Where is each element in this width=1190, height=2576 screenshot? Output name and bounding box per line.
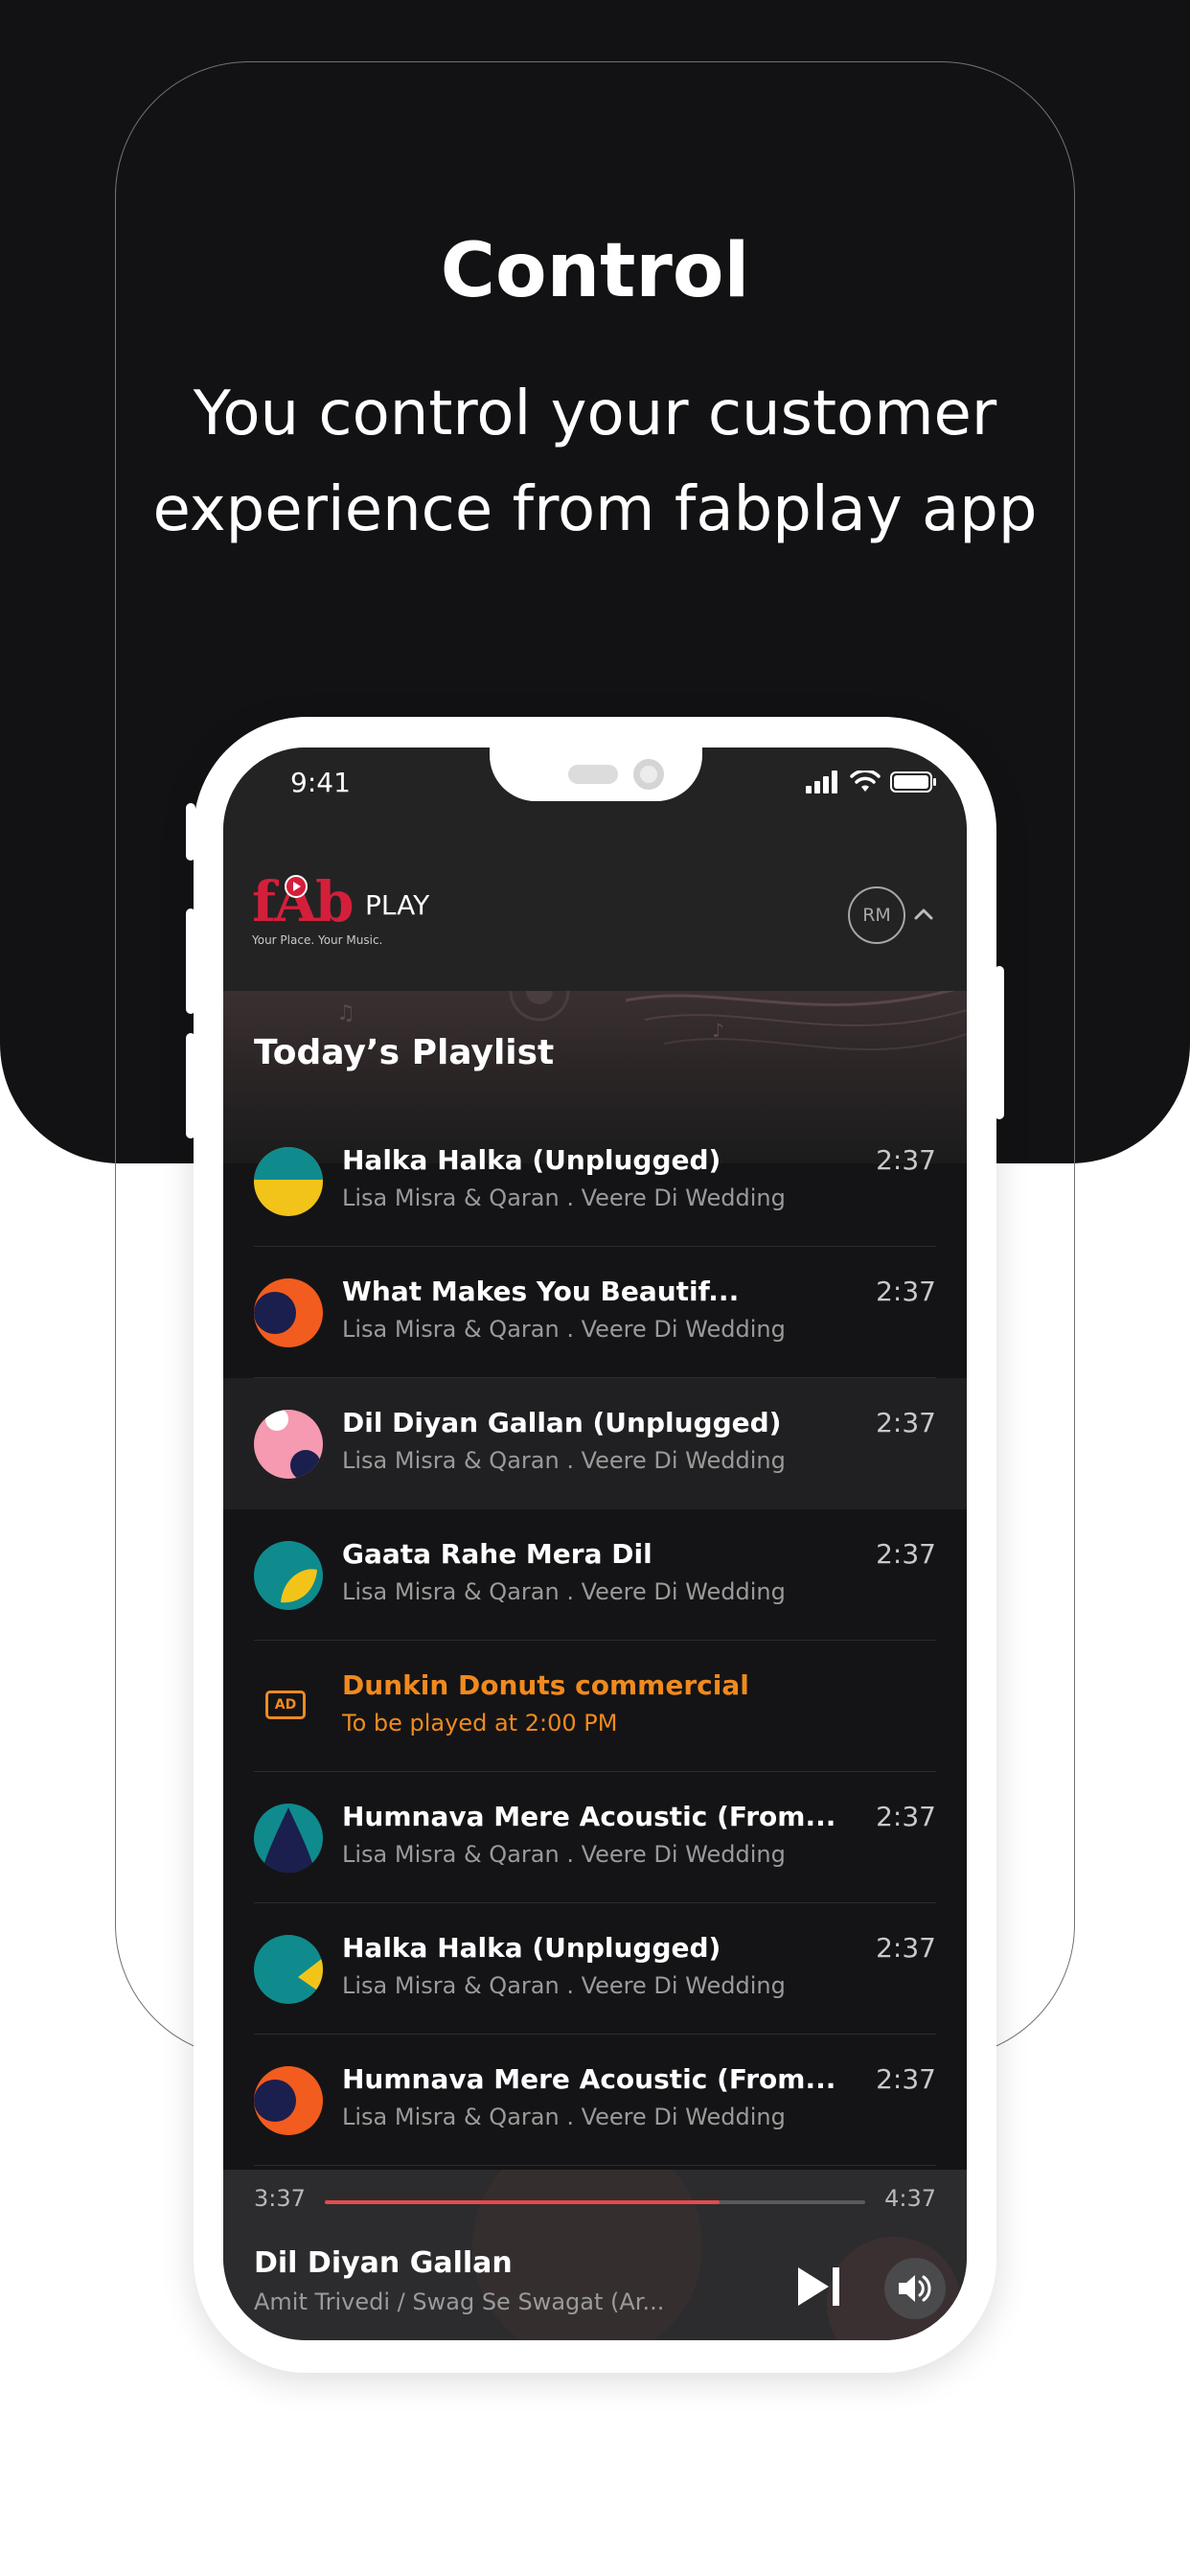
playlist-title: Today’s Playlist <box>254 1033 555 1072</box>
track-title: Halka Halka (Unplugged) <box>342 1932 721 1964</box>
track-artist-album: Lisa Misra & Qaran . Veere Di Wedding <box>342 1841 786 1868</box>
phone-volume-up <box>186 908 195 1014</box>
track-row[interactable]: Humnava Mere Acoustic (From... Lisa Misr… <box>223 2035 967 2166</box>
promo-subline-line-2: experience from fabplay app <box>152 474 1038 545</box>
wifi-icon <box>850 770 881 792</box>
track-duration: 2:37 <box>876 1276 936 1307</box>
album-art <box>254 1278 323 1347</box>
album-art <box>254 2066 323 2135</box>
track-artist-album: Lisa Misra & Qaran . Veere Di Wedding <box>342 1184 786 1211</box>
now-playing-title: Dil Diyan Gallan <box>254 2246 513 2280</box>
app-header: fAb PLAY Your Place. Your Music. RM <box>223 824 967 991</box>
track-duration: 2:37 <box>876 1801 936 1832</box>
promo-headline: Control <box>440 228 750 314</box>
logo-play-text: PLAY <box>365 889 430 921</box>
phone-power-button <box>995 966 1004 1119</box>
phone-screen: 9:41 fAb PLAY Your Place. Your Music. RM… <box>223 748 967 2340</box>
ad-row[interactable]: AD Dunkin Donuts commercial To be played… <box>223 1641 967 1772</box>
track-row-active[interactable]: Dil Diyan Gallan (Unplugged) Lisa Misra … <box>223 1378 967 1509</box>
track-title: What Makes You Beautif... <box>342 1276 740 1307</box>
ad-title: Dunkin Donuts commercial <box>342 1669 749 1701</box>
elapsed-time: 3:37 <box>254 2185 306 2212</box>
album-art <box>254 1147 323 1216</box>
album-art <box>254 1541 323 1610</box>
battery-icon <box>890 771 936 793</box>
ad-schedule: To be played at 2:00 PM <box>342 1710 618 1736</box>
track-row[interactable]: What Makes You Beautif... Lisa Misra & Q… <box>223 1247 967 1378</box>
track-row[interactable]: Halka Halka (Unplugged) Lisa Misra & Qar… <box>223 1116 967 1247</box>
progress-bar[interactable] <box>325 2200 865 2204</box>
album-art <box>254 1804 323 1873</box>
playlist-list: Halka Halka (Unplugged) Lisa Misra & Qar… <box>223 1116 967 2166</box>
phone-volume-down <box>186 1033 195 1138</box>
track-row[interactable]: Gaata Rahe Mera Dil Lisa Misra & Qaran .… <box>223 1509 967 1641</box>
now-playing-bar[interactable]: 3:37 4:37 Dil Diyan Gallan Amit Trivedi … <box>223 2170 967 2340</box>
promo-subline-line-1: You control your customer <box>193 379 997 449</box>
avatar[interactable]: RM <box>848 886 905 944</box>
phone-side-button <box>186 803 195 861</box>
track-title: Gaata Rahe Mera Dil <box>342 1538 652 1570</box>
track-duration: 2:37 <box>876 1144 936 1176</box>
track-artist-album: Lisa Misra & Qaran . Veere Di Wedding <box>342 2104 786 2130</box>
album-art <box>254 1410 323 1479</box>
volume-icon <box>899 2275 931 2302</box>
play-circle-icon <box>285 875 308 898</box>
volume-button[interactable] <box>884 2258 946 2319</box>
chevron-up-icon[interactable] <box>913 907 934 922</box>
row-divider <box>254 2165 936 2166</box>
svg-text:♪: ♪ <box>712 1019 724 1042</box>
track-artist-album: Lisa Misra & Qaran . Veere Di Wedding <box>342 1447 786 1474</box>
track-title: Halka Halka (Unplugged) <box>342 1144 721 1176</box>
svg-text:♫: ♫ <box>336 1001 355 1025</box>
speaker-grille <box>568 765 618 784</box>
track-artist-album: Lisa Misra & Qaran . Veere Di Wedding <box>342 1972 786 1999</box>
ad-icon: AD <box>265 1690 306 1719</box>
phone-frame: 9:41 fAb PLAY Your Place. Your Music. RM… <box>186 717 1004 2373</box>
status-time: 9:41 <box>290 767 351 798</box>
signal-icon <box>806 770 837 794</box>
track-duration: 2:37 <box>876 2063 936 2095</box>
track-duration: 2:37 <box>876 1407 936 1438</box>
notch <box>490 748 702 801</box>
progress-fill <box>325 2200 720 2204</box>
total-time: 4:37 <box>884 2185 936 2212</box>
now-playing-subtitle: Amit Trivedi / Swag Se Swagat (Ar... <box>254 2288 665 2315</box>
track-artist-album: Lisa Misra & Qaran . Veere Di Wedding <box>342 1578 786 1605</box>
track-row[interactable]: Humnava Mere Acoustic (From... Lisa Misr… <box>223 1772 967 1903</box>
fabplay-logo[interactable]: fAb PLAY Your Place. Your Music. <box>252 869 463 949</box>
track-title: Humnava Mere Acoustic (From... <box>342 2063 836 2095</box>
promo-subline: You control your customer experience fro… <box>0 366 1190 558</box>
front-camera <box>633 759 664 790</box>
album-art <box>254 1935 323 2004</box>
track-duration: 2:37 <box>876 1538 936 1570</box>
track-artist-album: Lisa Misra & Qaran . Veere Di Wedding <box>342 1316 786 1343</box>
track-row[interactable]: Halka Halka (Unplugged) Lisa Misra & Qar… <box>223 1903 967 2035</box>
track-title: Humnava Mere Acoustic (From... <box>342 1801 836 1832</box>
track-title: Dil Diyan Gallan (Unplugged) <box>342 1407 782 1438</box>
status-icons <box>806 769 938 795</box>
track-duration: 2:37 <box>876 1932 936 1964</box>
skip-next-icon[interactable] <box>794 2264 844 2310</box>
logo-tagline: Your Place. Your Music. <box>252 933 383 947</box>
